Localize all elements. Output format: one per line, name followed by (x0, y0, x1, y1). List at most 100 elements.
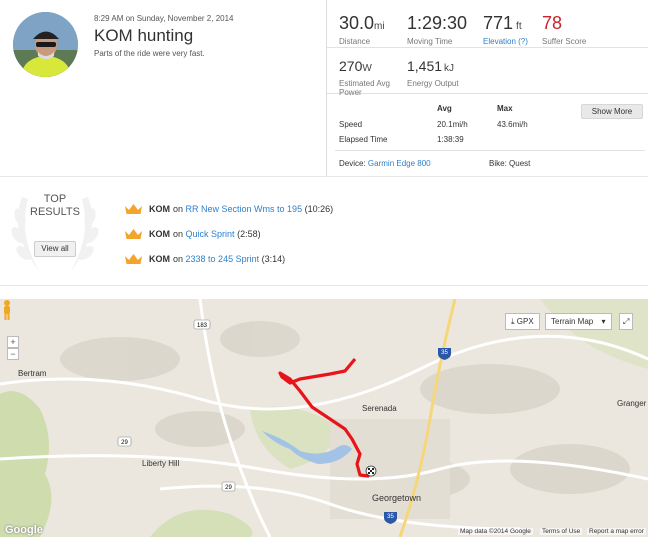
distance-unit: mi (374, 21, 385, 32)
view-all-button[interactable]: View all (34, 241, 76, 257)
power-label-line2: Power (339, 88, 362, 97)
distance-value: 30.0 (339, 13, 375, 33)
gpx-label: GPX (516, 317, 534, 326)
activity-description: Parts of the ride were very fast. (94, 49, 205, 58)
power-value: 270 (339, 58, 363, 74)
stats-panel: 30.0mi Distance 1:29:30 Moving Time 771 f… (326, 0, 648, 176)
shield-35a-text: 35 (441, 350, 448, 356)
elapsed-time-label: Elapsed Time (339, 135, 388, 144)
achievement-time: (10:26) (304, 204, 334, 214)
shield-29b-text: 29 (225, 485, 232, 491)
fullscreen-button[interactable]: ⤢ (619, 313, 634, 330)
place-georgetown: Georgetown (372, 493, 422, 503)
achievement-time: (2:58) (237, 229, 261, 239)
terms-of-use-link[interactable]: Terms of Use (540, 528, 583, 535)
place-liberty-hill: Liberty Hill (142, 459, 180, 468)
suffer-score-value[interactable]: 78 (542, 13, 562, 33)
segment-link[interactable]: Quick Sprint (186, 229, 235, 239)
bike-name: Quest (509, 159, 531, 168)
place-serenada: Serenada (362, 404, 397, 413)
moving-time-value: 1:29:30 (407, 13, 468, 33)
device-link[interactable]: Garmin Edge 800 (368, 159, 431, 168)
elevation-help-link[interactable]: Elevation (?) (483, 37, 528, 46)
kom-crown-icon (125, 254, 142, 264)
achievement-item: KOM on RR New Section Wms to 195 (10:26) (124, 203, 333, 215)
achievement-on: on (173, 204, 184, 214)
stat-suffer-score: 78 Suffer Score (542, 14, 586, 46)
google-logo[interactable]: Google (3, 524, 45, 536)
stat-power: 270W Estimated Avg Power (339, 57, 390, 97)
top-results-title-line2: RESULTS (30, 206, 80, 218)
elapsed-time-value: 1:38:39 (437, 135, 464, 144)
moving-time-label: Moving Time (407, 37, 453, 46)
achievement-on: on (173, 254, 184, 264)
place-bertram: Bertram (18, 369, 47, 378)
shield-35b-text: 35 (387, 514, 394, 520)
terrain-map-canvas[interactable]: 183 29 29 35 35 (0, 299, 648, 537)
street-view-pegman-icon[interactable] (0, 299, 14, 321)
energy-unit: kJ (444, 63, 455, 74)
zoom-in-button[interactable]: + (7, 336, 19, 348)
distance-label: Distance (339, 37, 371, 46)
activity-title: KOM hunting (94, 26, 194, 45)
elevation-unit: ft (516, 21, 522, 32)
kom-crown-icon (125, 204, 142, 214)
route-map[interactable]: 183 29 29 35 35 + − ⤓ GPX Terrain Map ▾ … (0, 299, 648, 537)
divider (335, 150, 645, 151)
activity-summary: 8:29 AM on Sunday, November 2, 2014 KOM … (0, 0, 326, 176)
top-results-title-line1: TOP (43, 193, 67, 205)
achievement-time: (3:14) (261, 254, 286, 264)
zoom-out-button[interactable]: − (7, 348, 19, 360)
energy-label: Energy Output (407, 79, 459, 88)
speed-avg: 20.1mi/h (437, 120, 468, 129)
route-shield-29b: 29 (221, 481, 236, 492)
bike-label: Bike: (489, 159, 507, 168)
device-label: Device: (339, 159, 366, 168)
achievement-badge: KOM (149, 229, 170, 239)
speed-max: 43.6mi/h (497, 120, 528, 129)
achievement-badge: KOM (149, 204, 170, 214)
show-more-button[interactable]: Show More (581, 104, 643, 119)
power-unit: W (362, 63, 372, 74)
achievement-item: KOM on Quick Sprint (2:58) (124, 228, 261, 240)
achievement-badge: KOM (149, 254, 170, 264)
report-map-error-link[interactable]: Report a map error (587, 528, 646, 535)
speed-label: Speed (339, 120, 363, 129)
power-label-line1: Estimated Avg (339, 79, 390, 88)
primary-stats: 30.0mi Distance 1:29:30 Moving Time 771 f… (327, 0, 648, 48)
download-icon: ⤓ (511, 317, 515, 326)
place-granger: Granger (617, 399, 647, 408)
athlete-avatar[interactable] (13, 12, 78, 77)
top-results-title: TOP RESULTS (0, 193, 110, 219)
achievement-on: on (173, 229, 184, 239)
segment-link[interactable]: 2338 to 245 Sprint (186, 254, 260, 264)
map-data-attribution: Map data ©2014 Google (458, 528, 533, 535)
route-shield-29a: 29 (117, 436, 132, 447)
map-type-label: Terrain Map (551, 317, 594, 326)
activity-timestamp: 8:29 AM on Sunday, November 2, 2014 (94, 14, 234, 23)
segment-link[interactable]: RR New Section Wms to 195 (186, 204, 303, 214)
top-results-section: TOP RESULTS View all KOM on RR New Secti… (0, 176, 648, 286)
energy-value: 1,451 (407, 58, 443, 74)
map-type-dropdown[interactable]: Terrain Map ▾ (545, 313, 612, 330)
route-shield-183: 183 (193, 319, 211, 330)
shield-29a-text: 29 (121, 440, 128, 446)
avg-column-header: Avg (437, 104, 452, 113)
max-column-header: Max (497, 104, 513, 113)
stat-distance: 30.0mi Distance (339, 14, 385, 46)
device-info: Device: Garmin Edge 800 (339, 159, 431, 168)
kom-crown-icon (125, 229, 142, 239)
finish-flag-icon (365, 465, 377, 477)
stat-energy: 1,451 kJ Energy Output (407, 57, 459, 88)
elevation-value: 771 (483, 13, 514, 33)
suffer-score-label: Suffer Score (542, 37, 587, 46)
stat-moving-time: 1:29:30 Moving Time (407, 14, 467, 46)
shield-183-text: 183 (197, 323, 208, 329)
fullscreen-icon: ⤢ (623, 317, 630, 326)
gpx-download-button[interactable]: ⤓ GPX (505, 313, 540, 330)
bike-info: Bike: Quest (489, 159, 530, 168)
stat-elevation: 771 ft Elevation (?) (483, 14, 528, 46)
secondary-stats: 270W Estimated Avg Power 1,451 kJ Energy … (327, 48, 648, 97)
achievement-item: KOM on 2338 to 245 Sprint (3:14) (124, 253, 285, 265)
chevron-down-icon: ▾ (601, 317, 606, 326)
